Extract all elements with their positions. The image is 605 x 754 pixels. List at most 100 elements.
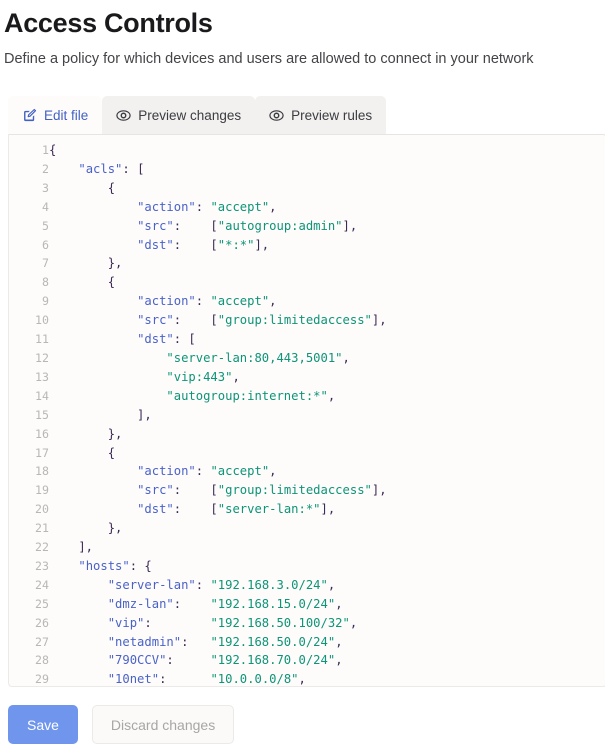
- line-content[interactable]: {: [49, 141, 605, 160]
- editor-actions: Save Discard changes: [8, 705, 235, 744]
- discard-changes-button[interactable]: Discard changes: [91, 705, 235, 744]
- pencil-square-icon: [22, 108, 37, 123]
- line-content[interactable]: "src": ["group:limitedaccess"],: [49, 481, 605, 500]
- line-content[interactable]: "hosts": {: [49, 557, 605, 576]
- code-line: 19 "src": ["group:limitedaccess"],: [9, 481, 605, 500]
- code-line: 22 ],: [9, 538, 605, 557]
- line-content[interactable]: },: [49, 425, 605, 444]
- line-number: 8: [42, 275, 49, 290]
- line-number: 15: [35, 407, 49, 422]
- page-title: Access Controls: [4, 8, 213, 38]
- line-content[interactable]: "action": "accept",: [49, 292, 605, 311]
- code-line: 23 "hosts": {: [9, 557, 605, 576]
- tab-preview-rules[interactable]: Preview rules: [255, 96, 387, 134]
- line-content[interactable]: "action": "accept",: [49, 198, 605, 217]
- tab-label: Preview rules: [291, 107, 373, 123]
- line-content[interactable]: "dst": [: [49, 330, 605, 349]
- line-number: 13: [35, 369, 49, 384]
- code-line: 5 "src": ["autogroup:admin"],: [9, 217, 605, 236]
- code-line: 9 "action": "accept",: [9, 292, 605, 311]
- line-number: 7: [42, 256, 49, 271]
- code-line: 12 "server-lan:80,443,5001",: [9, 349, 605, 368]
- line-content[interactable]: "action": "accept",: [49, 462, 605, 481]
- code-editor[interactable]: 1{2 "acls": [3 {4 "action": "accept", 5 "…: [8, 134, 605, 687]
- line-number: 23: [35, 558, 49, 573]
- line-number: 28: [35, 653, 49, 668]
- line-number: 5: [42, 218, 49, 233]
- line-number: 18: [35, 464, 49, 479]
- code-line: 10 "src": ["group:limitedaccess"],: [9, 311, 605, 330]
- line-content[interactable]: "dmz-lan": "192.168.15.0/24",: [49, 595, 605, 614]
- line-content[interactable]: "src": ["autogroup:admin"],: [49, 217, 605, 236]
- tab-label: Edit file: [44, 107, 89, 123]
- code-line: 28 "790CCV": "192.168.70.0/24",: [9, 651, 605, 670]
- code-line: 21 },: [9, 519, 605, 538]
- line-number: 25: [35, 596, 49, 611]
- code-line: 18 "action": "accept",: [9, 462, 605, 481]
- line-number: 27: [35, 634, 49, 649]
- code-line: 4 "action": "accept",: [9, 198, 605, 217]
- line-number: 11: [35, 332, 49, 347]
- line-content[interactable]: "vip": "192.168.50.100/32",: [49, 614, 605, 633]
- code-line: 1{: [9, 141, 605, 160]
- code-line: 15 ],: [9, 406, 605, 425]
- line-content[interactable]: "server-lan:80,443,5001",: [49, 349, 605, 368]
- line-number: 20: [35, 502, 49, 517]
- line-content[interactable]: "autogroup:internet:*",: [49, 387, 605, 406]
- line-number: 21: [35, 521, 49, 536]
- tab-label: Preview changes: [138, 107, 242, 123]
- line-content[interactable]: {: [49, 444, 605, 463]
- line-number: 24: [35, 577, 49, 592]
- line-number: 1: [42, 143, 49, 157]
- line-content[interactable]: "dst": ["server-lan:*"],: [49, 500, 605, 519]
- line-number: 17: [35, 445, 49, 460]
- code-line: 25 "dmz-lan": "192.168.15.0/24",: [9, 595, 605, 614]
- line-number: 22: [35, 540, 49, 555]
- line-content[interactable]: "vip:443",: [49, 368, 605, 387]
- line-number: 3: [42, 180, 49, 195]
- line-number: 29: [35, 672, 49, 687]
- line-content[interactable]: "src": ["group:limitedaccess"],: [49, 311, 605, 330]
- line-content[interactable]: {: [49, 273, 605, 292]
- line-content[interactable]: ],: [49, 406, 605, 425]
- code-line: 24 "server-lan": "192.168.3.0/24",: [9, 576, 605, 595]
- code-line: 6 "dst": ["*:*"],: [9, 236, 605, 255]
- line-number: 14: [35, 388, 49, 403]
- code-lines: 1{2 "acls": [3 {4 "action": "accept", 5 "…: [9, 141, 605, 687]
- save-button[interactable]: Save: [8, 705, 78, 744]
- code-line: 16 },: [9, 425, 605, 444]
- code-line: 13 "vip:443",: [9, 368, 605, 387]
- code-line: 2 "acls": [: [9, 160, 605, 179]
- code-line: 20 "dst": ["server-lan:*"],: [9, 500, 605, 519]
- line-number: 2: [42, 161, 49, 176]
- line-content[interactable]: ],: [49, 538, 605, 557]
- code-line: 29 "10net": "10.0.0.0/8",: [9, 670, 605, 687]
- code-line: 3 {: [9, 179, 605, 198]
- code-line: 8 {: [9, 273, 605, 292]
- tab-preview-changes[interactable]: Preview changes: [102, 96, 256, 134]
- tab-edit-file[interactable]: Edit file: [8, 96, 103, 134]
- line-number: 6: [42, 237, 49, 252]
- code-line: 26 "vip": "192.168.50.100/32",: [9, 614, 605, 633]
- access-controls-page: Access Controls Define a policy for whic…: [0, 0, 605, 754]
- line-content[interactable]: },: [49, 519, 605, 538]
- page-subtitle: Define a policy for which devices and us…: [4, 51, 534, 67]
- line-number: 4: [42, 199, 49, 214]
- line-number: 12: [35, 350, 49, 365]
- code-line: 11 "dst": [: [9, 330, 605, 349]
- line-content[interactable]: "acls": [: [49, 160, 605, 179]
- eye-icon: [116, 108, 131, 123]
- line-content[interactable]: "10net": "10.0.0.0/8",: [49, 670, 605, 686]
- line-number: 10: [35, 313, 49, 328]
- line-content[interactable]: "dst": ["*:*"],: [49, 236, 605, 255]
- code-line: 27 "netadmin": "192.168.50.0/24",: [9, 633, 605, 652]
- eye-icon: [269, 108, 284, 123]
- line-content[interactable]: },: [49, 254, 605, 273]
- line-number: 16: [35, 426, 49, 441]
- line-content[interactable]: "790CCV": "192.168.70.0/24",: [49, 651, 605, 670]
- line-content[interactable]: "server-lan": "192.168.3.0/24",: [49, 576, 605, 595]
- line-content[interactable]: {: [49, 179, 605, 198]
- editor-tabs: Edit file Preview changes Preview rules: [8, 96, 605, 134]
- code-line: 7 },: [9, 254, 605, 273]
- line-content[interactable]: "netadmin": "192.168.50.0/24",: [49, 633, 605, 652]
